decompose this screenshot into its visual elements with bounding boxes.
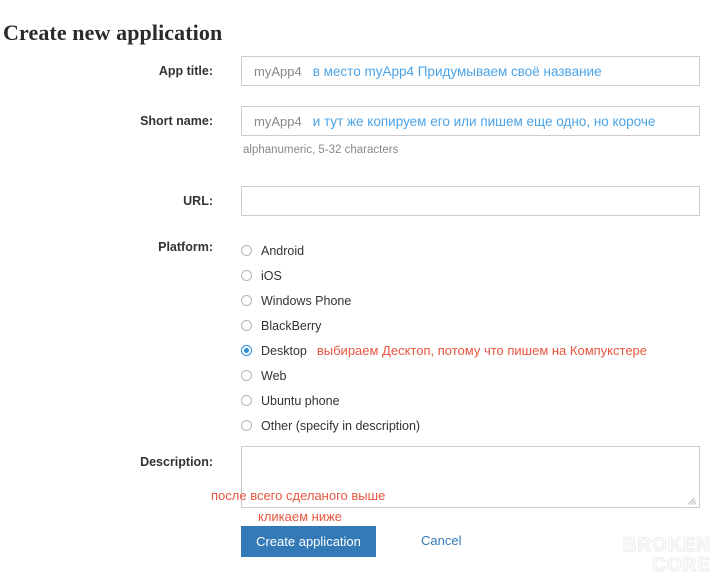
- short-name-hint: alphanumeric, 5-32 characters: [243, 144, 399, 156]
- radio-label: Ubuntu phone: [261, 393, 340, 408]
- radio-label: Android: [261, 243, 305, 258]
- radio-label: Desktop: [261, 343, 307, 358]
- radio-label: Windows Phone: [261, 293, 352, 308]
- radio-option-ubuntu-phone[interactable]: Ubuntu phone: [241, 388, 647, 413]
- annotation-after-all-above: после всего сделаного выше: [211, 488, 386, 503]
- radio-option-android[interactable]: Android: [241, 238, 647, 263]
- radio-option-ios[interactable]: iOS: [241, 263, 647, 288]
- radio-option-desktop[interactable]: Desktop выбираем Десктоп, потому что пиш…: [241, 338, 647, 363]
- radio-option-other[interactable]: Other (specify in description): [241, 413, 647, 438]
- radio-circle-icon: [241, 370, 252, 381]
- platform-label: Platform:: [158, 240, 213, 254]
- watermark: BROKEN CORE: [622, 535, 711, 577]
- short-name-label: Short name:: [140, 114, 213, 128]
- app-title-placeholder: myApp4: [254, 63, 302, 79]
- resize-handle-icon[interactable]: [687, 495, 698, 506]
- create-application-page: Create new application App title: myApp4…: [0, 0, 719, 582]
- radio-circle-icon: [241, 270, 252, 281]
- radio-label: BlackBerry: [261, 318, 322, 333]
- annotation-click-below: кликаем ниже: [258, 509, 343, 524]
- radio-label: Web: [261, 368, 287, 383]
- radio-circle-icon: [241, 395, 252, 406]
- radio-circle-selected-icon: [241, 345, 252, 356]
- watermark-line-1: BROKEN: [622, 535, 711, 557]
- watermark-line-2: CORE: [651, 555, 711, 577]
- url-label: URL:: [183, 194, 213, 208]
- radio-option-web[interactable]: Web: [241, 363, 647, 388]
- short-name-annotation: и тут же копируем его или пишем еще одно…: [312, 113, 656, 129]
- platform-annotation: выбираем Десктоп, потому что пишем на Ко…: [316, 343, 648, 358]
- radio-option-windows-phone[interactable]: Windows Phone: [241, 288, 647, 313]
- description-label: Description:: [140, 455, 213, 469]
- url-input[interactable]: [241, 186, 700, 216]
- radio-label: Other (specify in description): [261, 418, 421, 433]
- app-title-label: App title:: [158, 64, 213, 78]
- short-name-input[interactable]: myApp4 и тут же копируем его или пишем е…: [241, 106, 700, 136]
- radio-circle-icon: [241, 295, 252, 306]
- radio-option-blackberry[interactable]: BlackBerry: [241, 313, 647, 338]
- platform-radio-group: Android iOS Windows Phone BlackBerry Des…: [241, 238, 647, 438]
- radio-label: iOS: [261, 268, 282, 283]
- radio-circle-icon: [241, 320, 252, 331]
- create-application-button[interactable]: Create application: [241, 526, 376, 557]
- page-title: Create new application: [3, 20, 223, 45]
- radio-circle-icon: [241, 245, 252, 256]
- app-title-annotation: в место myApp4 Придумываем своё название: [312, 63, 602, 79]
- app-title-input[interactable]: myApp4 в место myApp4 Придумываем своё н…: [241, 56, 700, 86]
- cancel-link[interactable]: Cancel: [421, 533, 461, 548]
- short-name-placeholder: myApp4: [254, 113, 302, 129]
- radio-circle-icon: [241, 420, 252, 431]
